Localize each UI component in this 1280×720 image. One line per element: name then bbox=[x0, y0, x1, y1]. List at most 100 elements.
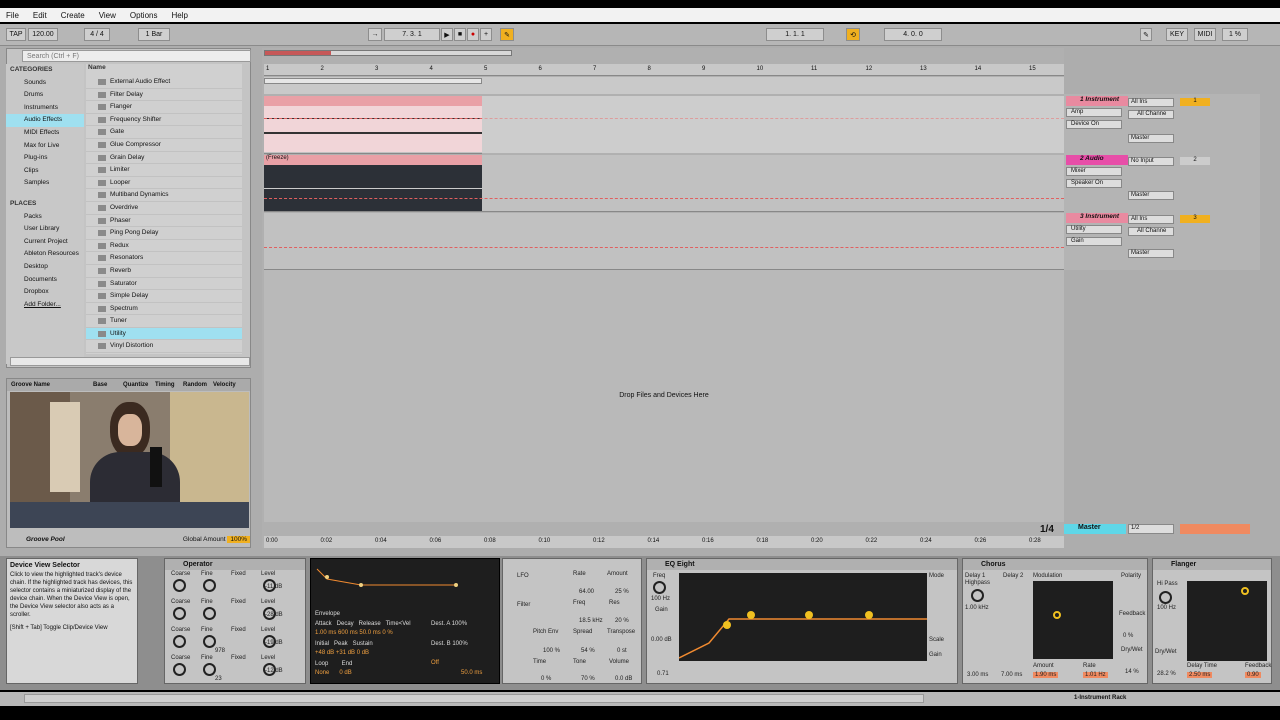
operator-envelope-display[interactable]: Envelope Attack Decay Release Time<Vel 1… bbox=[310, 558, 500, 684]
filter-freq[interactable]: 18.5 kHz bbox=[579, 618, 603, 624]
tempo-field[interactable]: 120.00 bbox=[28, 28, 58, 41]
output-type[interactable]: Master bbox=[1128, 191, 1174, 200]
lfo-amount[interactable]: 25 % bbox=[615, 589, 629, 595]
operator-knob[interactable] bbox=[173, 579, 186, 592]
delay2-value[interactable]: 7.00 ms bbox=[1001, 672, 1022, 678]
operator-knob[interactable] bbox=[203, 635, 216, 648]
loop-start[interactable]: 1. 1. 1 bbox=[766, 28, 824, 41]
browser-item-selected[interactable]: Utility bbox=[86, 327, 242, 341]
category-midi-effects[interactable]: MIDI Effects bbox=[6, 127, 84, 140]
input-type[interactable]: All Ins bbox=[1128, 98, 1174, 107]
track-name[interactable]: 3 Instrument bbox=[1066, 213, 1128, 223]
menu-create[interactable]: Create bbox=[61, 11, 85, 20]
follow-button[interactable]: → bbox=[368, 28, 382, 41]
mod-rate-value[interactable]: 1.01 Hz bbox=[1083, 672, 1108, 678]
eq-gain-value[interactable]: 0.00 dB bbox=[651, 637, 672, 643]
track-lane-3[interactable] bbox=[264, 213, 1064, 270]
browser-item[interactable]: Phaser bbox=[86, 215, 242, 228]
parameter-chooser[interactable]: Device On bbox=[1066, 120, 1122, 129]
browser-item[interactable]: Overdrive bbox=[86, 202, 242, 215]
transpose[interactable]: 0 st bbox=[617, 648, 627, 654]
operator-title[interactable]: Operator bbox=[165, 559, 305, 570]
dest-b-value[interactable]: 100% bbox=[452, 641, 467, 647]
release-value[interactable]: 50.0 ms bbox=[359, 630, 380, 636]
browser-item[interactable]: Limiter bbox=[86, 164, 242, 177]
track-name[interactable]: 1 Instrument bbox=[1066, 96, 1128, 106]
place-ableton-resources[interactable]: Ableton Resources bbox=[6, 248, 84, 261]
input-type[interactable]: All Ins bbox=[1128, 215, 1174, 224]
overview-scroller[interactable] bbox=[264, 50, 512, 56]
browser-preview-bar[interactable] bbox=[10, 357, 250, 366]
loop-region-strip[interactable] bbox=[264, 77, 1064, 94]
chorus-title[interactable]: Chorus bbox=[963, 559, 1147, 570]
midi-clip[interactable] bbox=[264, 96, 482, 106]
beat-time-ruler[interactable]: 1 2 3 4 5 6 7 8 9 10 11 12 13 14 15 bbox=[264, 64, 1064, 76]
track-activator[interactable]: 1 bbox=[1180, 98, 1210, 106]
chorus-drywet-value[interactable]: 14 % bbox=[1125, 669, 1139, 675]
track-lane-1[interactable] bbox=[264, 96, 1064, 154]
output-type[interactable]: Master bbox=[1128, 134, 1174, 143]
device-chooser[interactable]: Mixer bbox=[1066, 167, 1122, 176]
parameter-chooser[interactable]: Speaker On bbox=[1066, 179, 1122, 188]
draw-mode-icon[interactable]: ✎ bbox=[1140, 28, 1152, 41]
menu-view[interactable]: View bbox=[99, 11, 116, 20]
menu-file[interactable]: File bbox=[6, 11, 19, 20]
place-desktop[interactable]: Desktop bbox=[6, 261, 84, 274]
quantization-menu[interactable]: 1 Bar bbox=[138, 28, 170, 41]
browser-item[interactable]: Tuner bbox=[86, 315, 242, 328]
global-amount-value[interactable]: 100% bbox=[227, 536, 250, 543]
place-packs[interactable]: Packs bbox=[6, 211, 84, 224]
automation-arm-button[interactable]: ✎ bbox=[500, 28, 514, 41]
time-ruler[interactable]: 0:00 0:02 0:04 0:06 0:08 0:10 0:12 0:14 0:16 0:18… bbox=[264, 536, 1064, 548]
spread[interactable]: 54 % bbox=[581, 648, 595, 654]
delay1-value[interactable]: 3.00 ms bbox=[967, 672, 988, 678]
end-value[interactable]: 0 dB bbox=[339, 670, 351, 676]
category-max-for-live[interactable]: Max for Live bbox=[6, 140, 84, 153]
browser-search-input[interactable]: Search (Ctrl + F) bbox=[22, 50, 251, 62]
glide-time-value[interactable]: 50.0 ms bbox=[461, 670, 482, 676]
browser-item[interactable]: Vinyl Distortion bbox=[86, 340, 242, 354]
decay-value[interactable]: 600 ms bbox=[338, 630, 358, 636]
stop-button[interactable]: ■ bbox=[454, 28, 466, 41]
menu-edit[interactable]: Edit bbox=[33, 11, 47, 20]
flanger-drywet-value[interactable]: 28.2 % bbox=[1157, 671, 1176, 677]
browser-item[interactable]: Simple Delay bbox=[86, 290, 242, 303]
device-chooser[interactable]: Amp bbox=[1066, 108, 1122, 117]
device-chooser[interactable]: Utility bbox=[1066, 225, 1122, 234]
track-activator[interactable]: 3 bbox=[1180, 215, 1210, 223]
tap-button[interactable]: TAP bbox=[6, 28, 26, 41]
category-instruments[interactable]: Instruments bbox=[6, 102, 84, 115]
eq-display[interactable] bbox=[678, 573, 927, 661]
operator-fine-value[interactable]: 23 bbox=[215, 676, 222, 682]
category-clips[interactable]: Clips bbox=[6, 165, 84, 178]
menu-options[interactable]: Options bbox=[130, 11, 158, 20]
overdub-button[interactable]: + bbox=[480, 28, 492, 41]
browser-item[interactable]: Reverb bbox=[86, 265, 242, 278]
eq-freq-value[interactable]: 100 Hz bbox=[651, 596, 670, 602]
add-folder-link[interactable]: Add Folder... bbox=[6, 299, 84, 312]
browser-item[interactable]: Spectrum bbox=[86, 303, 242, 316]
master-track-header[interactable]: Master bbox=[1064, 524, 1126, 534]
attack-value[interactable]: 1.00 ms bbox=[315, 630, 336, 636]
lfo-rate[interactable]: 64.00 bbox=[579, 589, 594, 595]
parameter-chooser[interactable]: Gain bbox=[1066, 237, 1122, 246]
browser-item[interactable]: External Audio Effect bbox=[86, 76, 242, 89]
master-volume[interactable] bbox=[1180, 524, 1250, 534]
category-plug-ins[interactable]: Plug-ins bbox=[6, 152, 84, 165]
browser-item[interactable]: Saturator bbox=[86, 278, 242, 291]
time-vel-value[interactable]: 0 % bbox=[382, 630, 392, 636]
mod-amount-value[interactable]: 1.90 ms bbox=[1033, 672, 1059, 678]
midi-map-button[interactable]: MIDI bbox=[1194, 28, 1216, 41]
operator-level-value[interactable]: -28 dB bbox=[265, 612, 283, 618]
browser-item[interactable]: Ping Pong Delay bbox=[86, 227, 242, 240]
operator-knob[interactable] bbox=[203, 663, 216, 676]
frozen-clip-label[interactable]: (Freeze) bbox=[264, 155, 482, 165]
operator-knob[interactable] bbox=[173, 607, 186, 620]
pitch-env[interactable]: 100 % bbox=[543, 648, 560, 654]
operator-level-value[interactable]: -11 dB bbox=[265, 584, 282, 590]
song-position[interactable]: 7. 3. 1 bbox=[384, 28, 440, 41]
browser-item[interactable]: Resonators bbox=[86, 252, 242, 265]
place-documents[interactable]: Documents bbox=[6, 274, 84, 287]
category-samples[interactable]: Samples bbox=[6, 177, 84, 190]
hipass-value[interactable]: 100 Hz bbox=[1157, 605, 1176, 611]
